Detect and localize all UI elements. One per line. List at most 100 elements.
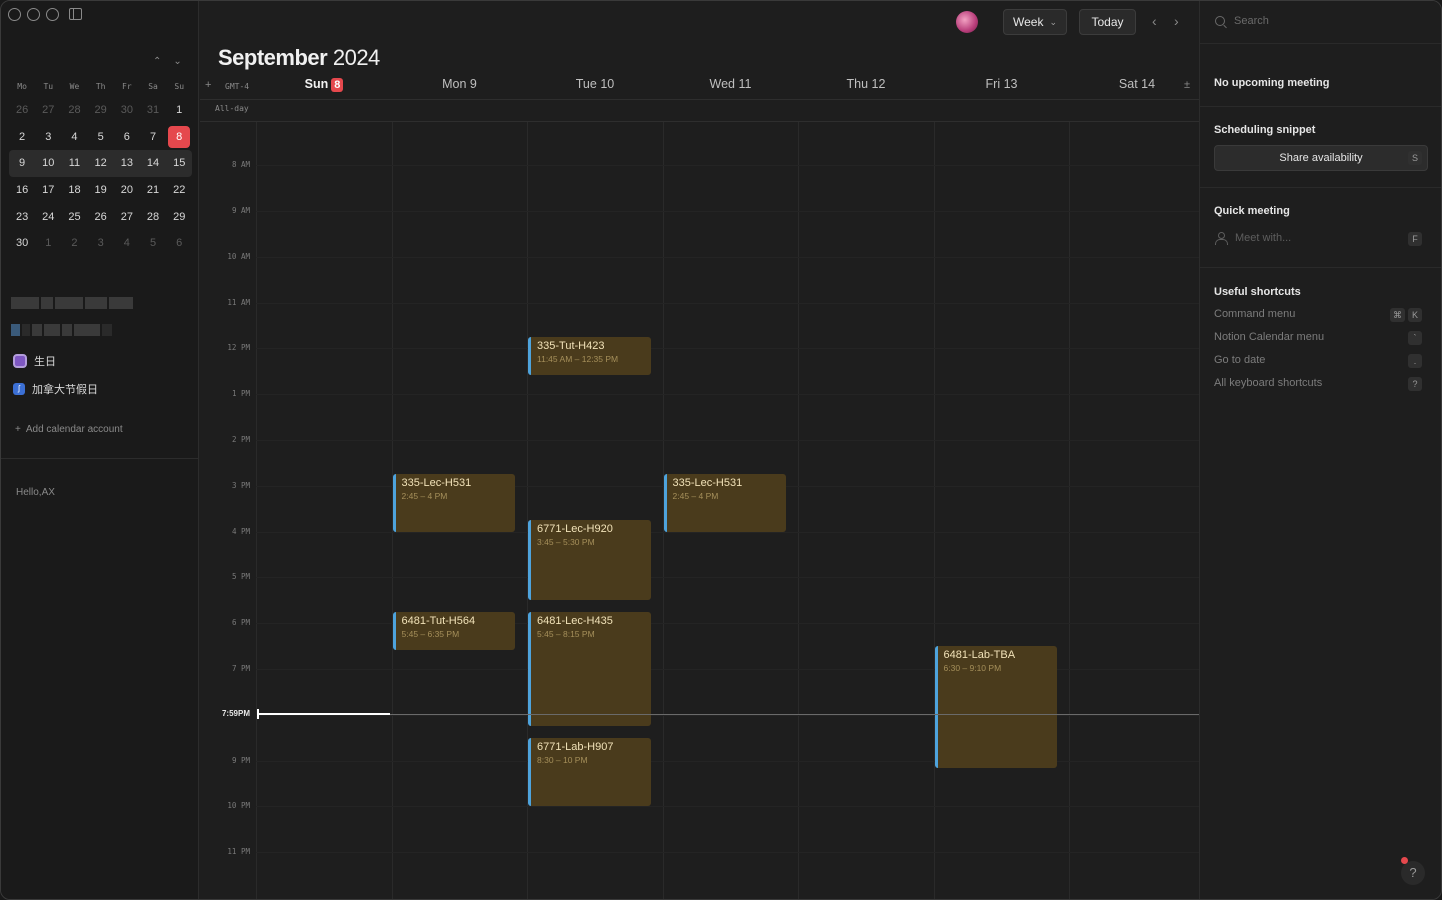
calendar-event[interactable]: 335-Lec-H531 2:45 – 4 PM: [392, 474, 515, 532]
search-icon: [1215, 16, 1225, 26]
mini-calendar-day[interactable]: 6: [166, 232, 192, 254]
mini-calendar-day[interactable]: 27: [114, 206, 140, 228]
calendar-event[interactable]: 6481-Lab-TBA 6:30 – 9:10 PM: [934, 646, 1057, 769]
shortcut-item[interactable]: All keyboard shortcuts: [1214, 377, 1322, 389]
calendar-main: September 2024 Week ⌄ Today ‹ › + GMT-4 …: [200, 1, 1199, 899]
minimize-window-button[interactable]: [27, 8, 40, 21]
add-calendar-account-button[interactable]: + Add calendar account: [15, 424, 123, 435]
shortcut-item[interactable]: Go to date: [1214, 354, 1265, 366]
mini-calendar-day[interactable]: 20: [114, 179, 140, 201]
mini-calendar-day[interactable]: 2: [61, 232, 87, 254]
mini-calendar-day[interactable]: 28: [61, 99, 87, 121]
avatar[interactable]: [956, 11, 978, 33]
shortcut-item[interactable]: Notion Calendar menu: [1214, 331, 1324, 343]
mini-calendar-day[interactable]: 11: [61, 152, 87, 174]
mini-calendar-day[interactable]: 4: [114, 232, 140, 254]
day-header-1[interactable]: Mon 9: [392, 77, 528, 91]
plus-icon: +: [15, 424, 21, 435]
mini-calendar-day[interactable]: 21: [140, 179, 166, 201]
shortcut-key: `: [1408, 331, 1422, 345]
hour-label: 6 PM: [231, 618, 250, 628]
chevron-up-icon[interactable]: ⌃: [153, 56, 161, 67]
mini-calendar-day[interactable]: 4: [61, 126, 87, 148]
chevron-left-icon[interactable]: ‹: [1152, 13, 1157, 29]
current-time-line-today: [258, 713, 390, 716]
mini-calendar-day[interactable]: 24: [35, 206, 61, 228]
mini-calendar-day[interactable]: 30: [114, 99, 140, 121]
mini-calendar-day[interactable]: 29: [166, 206, 192, 228]
event-title: 6481-Lab-TBA: [943, 649, 1016, 661]
mini-calendar-day[interactable]: 18: [61, 179, 87, 201]
mini-calendar-day[interactable]: 2: [9, 126, 35, 148]
right-panel: Search No upcoming meeting Scheduling sn…: [1199, 1, 1441, 899]
mini-calendar-day[interactable]: 10: [35, 152, 61, 174]
hour-label: 4 PM: [231, 526, 250, 536]
view-selector[interactable]: Week ⌄: [1003, 9, 1067, 35]
mini-calendar-today[interactable]: 8: [168, 125, 191, 148]
mini-calendar-nav: ⌃ ⌄: [153, 56, 182, 67]
mini-calendar-day[interactable]: 3: [35, 126, 61, 148]
sidebar: ⌃ ⌄ Mo Tu We Th Fr Sa Su 26 27 28 29 30 31 1 2 3 4 5 6 7 8 9…: [1, 1, 199, 899]
calendar-event[interactable]: 6771-Lec-H920 3:45 – 5:30 PM: [528, 520, 651, 601]
today-button[interactable]: Today: [1079, 9, 1136, 35]
help-button[interactable]: ?: [1401, 861, 1425, 885]
mini-calendar-day[interactable]: 26: [88, 206, 114, 228]
shortcut-item[interactable]: Command menu: [1214, 308, 1295, 320]
day-header-0[interactable]: Sun 8: [256, 77, 392, 92]
mini-calendar-day[interactable]: 14: [140, 152, 166, 174]
mini-calendar-day[interactable]: 31: [140, 99, 166, 121]
event-title: 335-Tut-H423: [537, 339, 605, 352]
day-header-2[interactable]: Tue 10: [527, 77, 663, 91]
mini-calendar-day[interactable]: 16: [9, 179, 35, 201]
mini-calendar-day[interactable]: 5: [140, 232, 166, 254]
day-header-4[interactable]: Thu 12: [798, 77, 934, 91]
checkbox-icon[interactable]: [13, 354, 27, 368]
mini-calendar-day[interactable]: 9: [9, 152, 35, 174]
sidebar-toggle-icon[interactable]: [69, 8, 82, 20]
mini-calendar-day[interactable]: 23: [9, 206, 35, 228]
mini-calendar-day[interactable]: 22: [166, 179, 192, 201]
calendar-event[interactable]: 6771-Lab-H907 8:30 – 10 PM: [528, 737, 651, 807]
notification-dot: [1401, 857, 1408, 864]
expand-icon[interactable]: ±: [1184, 79, 1190, 91]
calendar-event[interactable]: 6481-Lec-H435 5:45 – 8:15 PM: [528, 611, 651, 727]
chevron-right-icon[interactable]: ›: [1174, 13, 1179, 29]
hour-line: [256, 668, 1199, 670]
hour-label: 5 PM: [231, 572, 250, 582]
meet-with-input[interactable]: Meet with...: [1215, 232, 1291, 245]
mini-calendar-day[interactable]: 1: [35, 232, 61, 254]
mini-calendar-day[interactable]: 19: [88, 179, 114, 201]
mini-calendar-day[interactable]: 7: [140, 126, 166, 148]
mini-calendar-day[interactable]: 13: [114, 152, 140, 174]
event-title: 6481-Tut-H564: [401, 614, 476, 627]
share-availability-label: Share availability: [1279, 152, 1363, 164]
close-window-button[interactable]: [8, 8, 21, 21]
mini-calendar-day[interactable]: 25: [61, 206, 87, 228]
calendar-item-holidays[interactable]: ʃ 加拿大节假日: [13, 381, 98, 397]
mini-calendar-day[interactable]: 17: [35, 179, 61, 201]
mini-calendar-day[interactable]: 27: [35, 99, 61, 121]
shortcut-key: S: [1408, 151, 1422, 165]
maximize-window-button[interactable]: [46, 8, 59, 21]
calendar-event[interactable]: 335-Tut-H423 11:45 AM – 12:35 PM: [528, 336, 651, 375]
mini-calendar-day[interactable]: 6: [114, 126, 140, 148]
calendar-event[interactable]: 335-Lec-H531 2:45 – 4 PM: [663, 474, 786, 532]
mini-calendar-day[interactable]: 15: [166, 152, 192, 174]
mini-calendar-day[interactable]: 3: [88, 232, 114, 254]
current-time-label: 7:59PM: [221, 708, 250, 718]
mini-calendar-day[interactable]: 28: [140, 206, 166, 228]
day-header-3[interactable]: Wed 11: [663, 77, 799, 91]
mini-calendar-day[interactable]: 12: [88, 152, 114, 174]
search-input[interactable]: Search: [1215, 15, 1269, 27]
mini-calendar-day[interactable]: 1: [166, 99, 192, 121]
mini-calendar-day[interactable]: 30: [9, 232, 35, 254]
mini-calendar-day[interactable]: 26: [9, 99, 35, 121]
share-availability-button[interactable]: Share availability: [1214, 145, 1428, 171]
day-header-5[interactable]: Fri 13: [934, 77, 1070, 91]
week-grid[interactable]: 7 AM 8 AM 9 AM 10 AM 11 AM 12 PM 1 PM 2 PM 3 PM 4…: [200, 122, 1199, 899]
calendar-event[interactable]: 6481-Tut-H564 5:45 – 6:35 PM: [392, 611, 515, 650]
mini-calendar-day[interactable]: 29: [88, 99, 114, 121]
calendar-item-birthdays[interactable]: 生日: [13, 353, 56, 369]
chevron-down-icon[interactable]: ⌄: [173, 56, 181, 67]
mini-calendar-day[interactable]: 5: [88, 126, 114, 148]
